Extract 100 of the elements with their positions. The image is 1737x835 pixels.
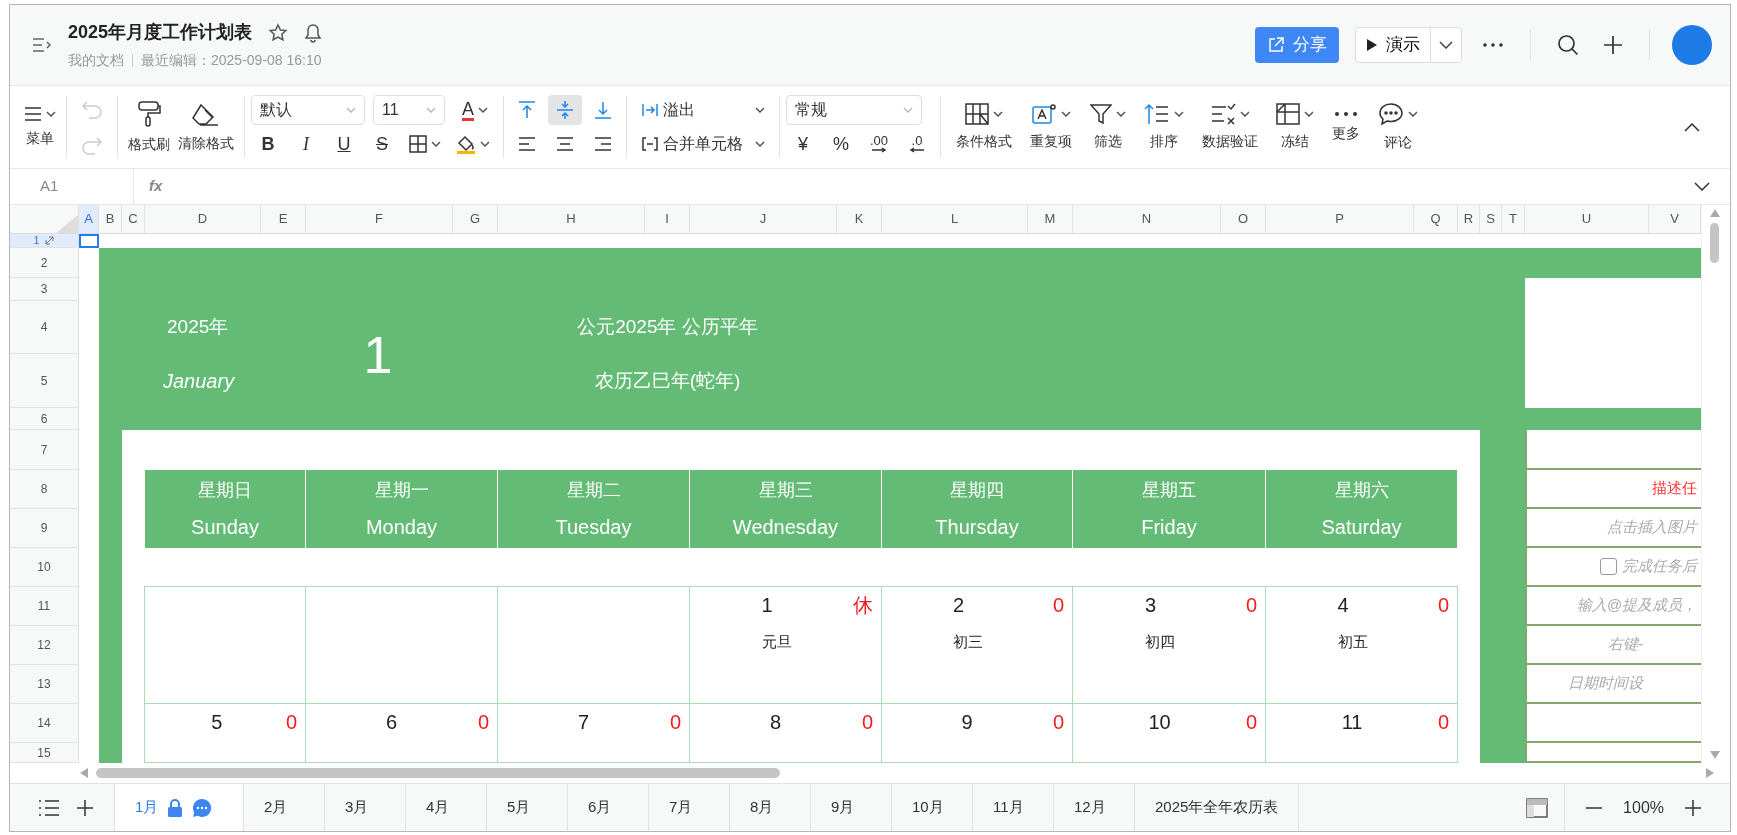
align-left-icon	[517, 134, 537, 154]
percent-button[interactable]: %	[824, 129, 858, 159]
scroll-thumb[interactable]	[1710, 223, 1719, 263]
row-header[interactable]: 4	[40, 318, 48, 336]
task-hint: 右键-	[1608, 634, 1643, 655]
row-header[interactable]: 3	[40, 280, 48, 298]
lunar-date: 元旦	[761, 631, 792, 652]
day-number: 11	[1341, 710, 1363, 735]
sheet-tab[interactable]: 5月	[487, 784, 568, 831]
column-header[interactable]: T	[1502, 205, 1525, 234]
menu-icon	[24, 105, 42, 122]
column-header[interactable]: U	[1525, 205, 1649, 234]
underline-button[interactable]: U	[327, 129, 361, 159]
column-header[interactable]: B	[99, 205, 122, 234]
font-select[interactable]: 默认	[251, 95, 365, 125]
avatar[interactable]	[1672, 25, 1712, 65]
row-header[interactable]: 7	[40, 440, 48, 459]
duplicates-button[interactable]: 重复项	[1026, 100, 1076, 154]
clear-format-button[interactable]: 清除格式	[174, 98, 238, 156]
row-header[interactable]: 6	[40, 409, 48, 428]
column-header[interactable]: M	[1028, 205, 1073, 234]
function-label: fx	[148, 176, 163, 197]
bold-button[interactable]: B	[251, 129, 285, 159]
sheet-tab[interactable]: 11月	[973, 784, 1054, 831]
sheet-tab[interactable]: 4月	[406, 784, 487, 831]
sheet-tab[interactable]: 10月	[892, 784, 973, 831]
increase-decimal-button[interactable]: .00	[862, 129, 896, 159]
row-header[interactable]: 14	[37, 714, 51, 732]
row-header[interactable]: 9	[40, 519, 48, 537]
column-header[interactable]: V	[1649, 205, 1701, 234]
column-header[interactable]: D	[145, 205, 261, 234]
cell-reference-field[interactable]: A1	[10, 169, 134, 204]
column-header[interactable]: E	[261, 205, 306, 234]
font-color-button[interactable]: A	[453, 95, 497, 125]
task-hint: 输入@提及成员，	[1576, 595, 1697, 616]
column-header[interactable]: R	[1458, 205, 1480, 234]
document-title: 2025年月度工作计划表	[68, 21, 253, 44]
scroll-up-icon	[1709, 209, 1720, 217]
column-header[interactable]: N	[1073, 205, 1221, 234]
cell-selection	[79, 234, 99, 248]
currency-button[interactable]: ¥	[786, 129, 820, 159]
row-header[interactable]: 10	[37, 558, 51, 576]
day-count: 0	[1245, 710, 1258, 735]
font-size-select[interactable]: 11	[373, 95, 445, 125]
sheet-tab[interactable]: 8月	[730, 784, 811, 831]
sheet-tab[interactable]: 7月	[649, 784, 730, 831]
caret-icon	[993, 110, 1003, 117]
column-header[interactable]: A	[79, 205, 99, 234]
sort-button[interactable]: 排序	[1140, 100, 1188, 154]
row-header[interactable]: 11	[37, 597, 51, 615]
share-button[interactable]: 分享	[1255, 27, 1339, 63]
scroll-left-icon	[80, 768, 88, 778]
strikethrough-button[interactable]: S	[365, 129, 399, 159]
era-label: 公元2025年 公历平年	[577, 315, 758, 340]
column-header[interactable]: G	[453, 205, 498, 234]
more-tools-button[interactable]: 更多	[1328, 108, 1364, 146]
column-header[interactable]: F	[306, 205, 453, 234]
freeze-button[interactable]: 冻结	[1272, 100, 1318, 154]
column-header[interactable]: H	[498, 205, 645, 234]
play-icon	[1366, 38, 1378, 52]
month-number: 1	[363, 324, 393, 386]
row-header[interactable]: 8	[40, 480, 48, 498]
column-header[interactable]: J	[690, 205, 837, 234]
checkbox[interactable]	[1600, 558, 1617, 575]
conditional-format-button[interactable]: 条件格式	[952, 100, 1016, 154]
plus-icon	[1603, 35, 1623, 55]
column-header[interactable]: C	[122, 205, 145, 234]
sheet-tab[interactable]: 6月	[568, 784, 649, 831]
day-number: 6	[385, 710, 398, 735]
list-icon	[38, 798, 60, 817]
italic-button[interactable]: I	[289, 129, 323, 159]
day-count: 0	[477, 710, 490, 735]
column-header[interactable]: S	[1480, 205, 1502, 234]
column-header[interactable]: I	[645, 205, 690, 234]
sheet-tab[interactable]: 2月	[244, 784, 325, 831]
row-header[interactable]: 5	[40, 371, 48, 390]
sheet-tab[interactable]: 1月	[114, 784, 244, 831]
menu-button[interactable]: 菜单	[20, 103, 60, 151]
row-header[interactable]: 13	[37, 675, 51, 693]
format-painter-button[interactable]: 格式刷	[124, 97, 174, 157]
sheet-tab[interactable]: 12月	[1054, 784, 1135, 831]
column-header[interactable]: L	[882, 205, 1028, 234]
sheet-tab[interactable]: 3月	[325, 784, 406, 831]
column-header[interactable]: Q	[1414, 205, 1458, 234]
row-header[interactable]: 12	[37, 636, 51, 654]
column-header[interactable]: P	[1266, 205, 1414, 234]
filter-button[interactable]: 筛选	[1086, 100, 1130, 154]
row-header[interactable]: 15	[37, 743, 51, 762]
sheet-tab[interactable]: 2025年全年农历表	[1135, 784, 1300, 831]
row-header[interactable]: 1	[33, 233, 40, 248]
comment-button[interactable]: 评论	[1374, 99, 1422, 155]
decrease-decimal-button[interactable]: .0	[900, 129, 934, 159]
sheet-tab[interactable]: 9月	[811, 784, 892, 831]
number-format-select[interactable]: 常规	[786, 95, 922, 125]
weekday-chinese-label: 星期日	[198, 478, 252, 502]
horizontal-scrollbar-thumb[interactable]	[96, 768, 780, 778]
column-header[interactable]: O	[1221, 205, 1266, 234]
column-header[interactable]: K	[837, 205, 882, 234]
row-header[interactable]: 2	[40, 253, 48, 272]
data-validation-button[interactable]: 数据验证	[1198, 100, 1262, 154]
